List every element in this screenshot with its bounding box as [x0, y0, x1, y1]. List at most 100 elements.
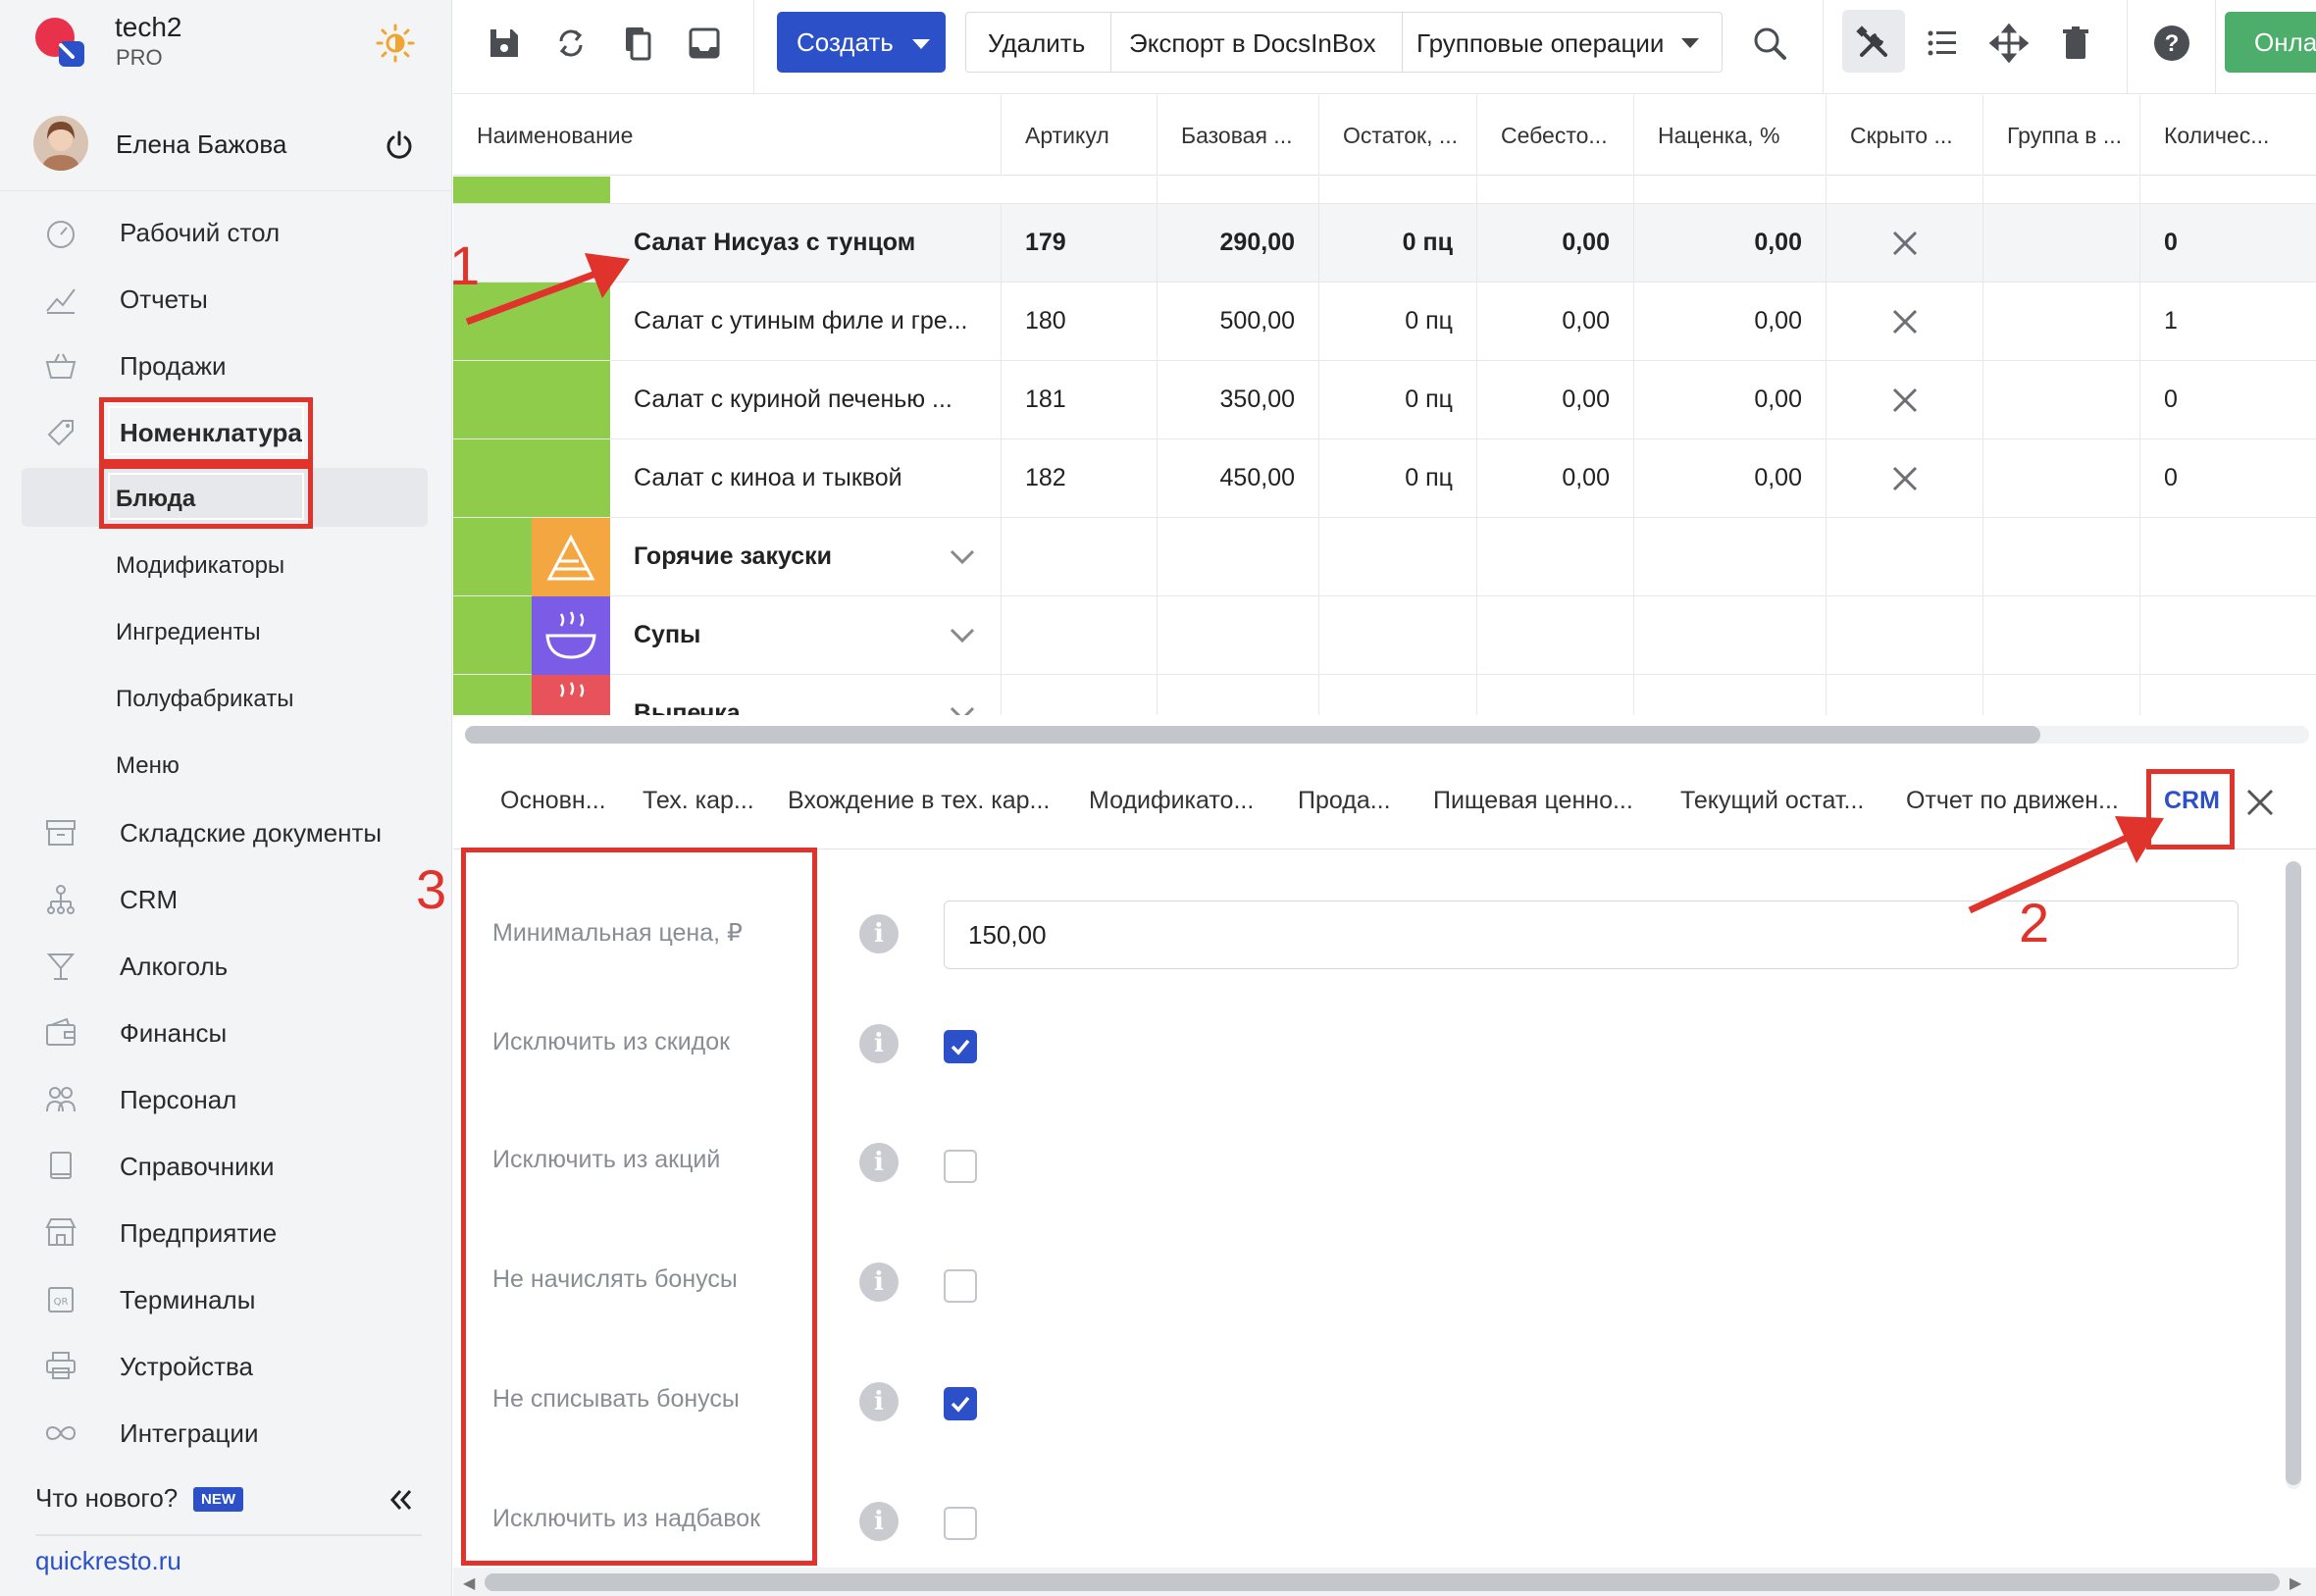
copy-icon[interactable] — [616, 22, 659, 65]
avatar[interactable] — [33, 116, 88, 171]
column-header-stock[interactable]: Остаток, ... — [1319, 95, 1477, 176]
group-operations-button[interactable]: Групповые операции — [1403, 13, 1723, 72]
sidebar-item-integrations[interactable]: Интеграции — [0, 1402, 452, 1461]
column-header-hidden[interactable]: Скрыто ... — [1827, 95, 1983, 176]
no-writeoff-bonuses-checkbox[interactable] — [944, 1387, 977, 1420]
chevron-down-icon[interactable] — [950, 706, 975, 715]
cell-name: Горячие закуски — [610, 518, 1002, 596]
column-header-cost[interactable]: Себесто... — [1477, 95, 1634, 176]
sidebar-item-staff[interactable]: Персонал — [0, 1068, 452, 1127]
quickresto-logo-icon[interactable] — [33, 16, 90, 73]
scroll-right-icon[interactable]: ▶ — [2290, 1573, 2301, 1593]
sidebar-subitem-modifiers[interactable]: Модификаторы — [0, 535, 452, 593]
scrollbar-thumb[interactable] — [465, 726, 2040, 744]
scrollbar-thumb[interactable] — [2286, 861, 2301, 1485]
form-horizontal-scrollbar[interactable]: ◀ ▶ — [453, 1568, 2316, 1596]
cell-markup: 0,00 — [1634, 439, 1827, 518]
create-button[interactable]: Создать — [777, 12, 946, 73]
export-button-label: Экспорт в DocsInBox — [1129, 28, 1376, 58]
table-row[interactable]: Салат с киноа и тыквой 182 450,00 0 пц 0… — [453, 439, 2316, 518]
site-link[interactable]: quickresto.ru — [35, 1546, 181, 1576]
tab-tech-card-inclusion[interactable]: Вхождение в тех. кар... — [788, 787, 1050, 815]
info-icon[interactable]: i — [859, 1382, 899, 1421]
table-horizontal-scrollbar[interactable] — [465, 726, 2309, 744]
tools-icon[interactable] — [1852, 22, 1895, 65]
sidebar-item-sales[interactable]: Продажи — [0, 335, 452, 393]
info-icon[interactable]: i — [859, 1262, 899, 1302]
refresh-icon[interactable] — [549, 22, 592, 65]
close-icon[interactable] — [2242, 785, 2278, 820]
no-accrue-bonuses-checkbox[interactable] — [944, 1269, 977, 1303]
tab-tech-card[interactable]: Тех. кар... — [643, 787, 754, 815]
sidebar-item-alcohol[interactable]: Алкоголь — [0, 935, 452, 994]
form-vertical-scrollbar[interactable] — [2286, 861, 2301, 1489]
help-icon[interactable]: ? — [2150, 22, 2193, 65]
exclude-discounts-checkbox[interactable] — [944, 1030, 977, 1063]
exclude-surcharges-checkbox[interactable] — [944, 1507, 977, 1540]
column-header-quantity[interactable]: Количес... — [2140, 95, 2316, 176]
cell-text: 450,00 — [1219, 464, 1295, 491]
tab-modifiers[interactable]: Модификато... — [1089, 787, 1254, 815]
cell-markup: 0,00 — [1634, 204, 1827, 283]
info-icon[interactable]: i — [859, 914, 899, 953]
cell-text: 0 — [2164, 464, 2178, 491]
list-icon[interactable] — [1921, 22, 1964, 65]
table-row[interactable]: Салат Нисуаз с тунцом 179 290,00 0 пц 0,… — [453, 204, 2316, 283]
category-row-soups[interactable]: Супы — [453, 596, 2316, 675]
cell-name: Салат Нисуаз с тунцом — [610, 204, 1002, 283]
info-icon[interactable]: i — [859, 1502, 899, 1541]
move-arrows-icon[interactable] — [1987, 22, 2031, 65]
sidebar-item-warehouse-docs[interactable]: Складские документы — [0, 801, 452, 860]
sidebar-item-reports[interactable]: Отчеты — [0, 268, 452, 327]
tab-basic[interactable]: Основн... — [500, 787, 606, 815]
column-header-group[interactable]: Группа в ... — [1983, 95, 2140, 176]
category-row-hot-starters[interactable]: Горячие закуски — [453, 518, 2316, 596]
scrollbar-thumb[interactable] — [485, 1573, 2280, 1591]
sidebar-item-terminals[interactable]: QR Терминалы — [0, 1268, 452, 1327]
column-header-markup[interactable]: Наценка, % — [1634, 95, 1827, 176]
column-header-base-price[interactable]: Базовая ... — [1158, 95, 1319, 176]
chevron-down-icon[interactable] — [950, 628, 975, 644]
export-docsinbox-button[interactable]: Экспорт в DocsInBox — [1111, 13, 1402, 72]
annotation-number-1: 1 — [449, 234, 481, 296]
delete-button[interactable]: Удалить — [966, 13, 1110, 72]
checkmark-icon — [951, 1396, 970, 1413]
scroll-left-icon[interactable]: ◀ — [463, 1573, 475, 1593]
table-row[interactable]: Салат с куриной печенью ... 181 350,00 0… — [453, 361, 2316, 439]
save-icon[interactable] — [483, 22, 526, 65]
exclude-promotions-checkbox[interactable] — [944, 1150, 977, 1183]
sidebar-subitem-menu[interactable]: Меню — [0, 735, 452, 794]
column-header-name[interactable]: Наименование — [453, 95, 1002, 176]
collapse-sidebar-icon[interactable] — [385, 1483, 418, 1517]
inbox-icon[interactable] — [683, 22, 726, 65]
trash-icon[interactable] — [2054, 22, 2097, 65]
staff-icon — [46, 1087, 76, 1112]
online-button[interactable]: Онлайн — [2225, 12, 2316, 73]
sidebar-item-dashboard[interactable]: Рабочий стол — [0, 201, 452, 260]
column-header-article[interactable]: Артикул — [1002, 95, 1158, 176]
user-name[interactable]: Елена Бажова — [116, 129, 286, 160]
table-cell — [1634, 596, 1827, 675]
tab-current-stock[interactable]: Текущий остат... — [1680, 787, 1864, 815]
whats-new-link[interactable]: Что нового? — [35, 1483, 178, 1514]
sidebar-item-references[interactable]: Справочники — [0, 1135, 452, 1194]
category-row-pastry[interactable]: Выпечка — [453, 675, 2316, 715]
sidebar-item-crm[interactable]: CRM — [0, 868, 452, 927]
search-icon[interactable] — [1748, 22, 1791, 65]
tab-nutrition[interactable]: Пищевая ценно... — [1433, 787, 1633, 815]
info-icon[interactable]: i — [859, 1024, 899, 1063]
cell-markup: 0,00 — [1634, 361, 1827, 439]
sidebar-item-enterprise[interactable]: Предприятие — [0, 1202, 452, 1261]
sidebar-subitem-semi-finished[interactable]: Полуфабрикаты — [0, 668, 452, 727]
info-icon[interactable]: i — [859, 1143, 899, 1182]
wallet-icon — [46, 1017, 76, 1046]
logout-power-icon[interactable] — [384, 129, 415, 161]
chevron-down-icon[interactable] — [950, 549, 975, 565]
sidebar-item-devices[interactable]: Устройства — [0, 1335, 452, 1394]
sidebar-item-finance[interactable]: Финансы — [0, 1002, 452, 1060]
table-row[interactable]: Салат с утиным филе и гре... 180 500,00 … — [453, 283, 2316, 361]
sun-icon[interactable] — [376, 24, 415, 63]
cell-text: 0,00 — [1562, 464, 1610, 491]
tab-sales[interactable]: Прода... — [1298, 787, 1391, 815]
sidebar-subitem-ingredients[interactable]: Ингредиенты — [0, 601, 452, 660]
